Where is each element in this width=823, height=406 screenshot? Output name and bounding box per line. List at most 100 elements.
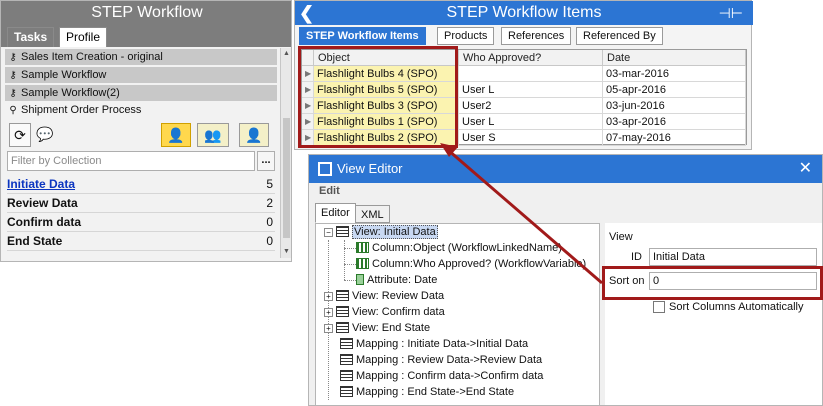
state-count: 0 (266, 215, 273, 229)
tab-references[interactable]: References (501, 27, 572, 45)
tree-node-column-who-approved[interactable]: Column:Who Approved? (WorkflowVariable) (356, 256, 586, 272)
tab-profile[interactable]: Profile (59, 27, 108, 47)
tree-node-attribute-date[interactable]: Attribute: Date (356, 272, 437, 288)
column-header-date[interactable]: Date (603, 50, 746, 66)
pin-icon: ⚲ (9, 105, 17, 116)
tree-node-view-confirm-data[interactable]: + View: Confirm data (324, 304, 445, 320)
cell-who-approved[interactable]: User S (459, 130, 603, 146)
cell-date[interactable]: 03-apr-2016 (603, 114, 746, 130)
scroll-thumb[interactable] (283, 118, 290, 238)
state-count: 0 (266, 234, 273, 248)
mapping-icon (340, 338, 353, 349)
tree-node-label: Mapping : End State->End State (356, 386, 515, 398)
column-header-who-approved[interactable]: Who Approved? (459, 50, 603, 66)
state-name: Review Data (7, 196, 78, 210)
state-count: 5 (266, 177, 273, 191)
tree-node-mapping-confirm[interactable]: Mapping : Confirm data->Confirm data (340, 368, 543, 384)
unassigned-button[interactable]: 👤 (239, 123, 269, 147)
user-icon: 👤 (245, 127, 263, 143)
refresh-button[interactable]: ⟳ (9, 123, 31, 147)
user-icon: 👤 (167, 127, 185, 143)
tree-node-label: Attribute: Date (367, 274, 438, 286)
filter-browse-button[interactable]: ... (257, 151, 275, 171)
state-row-initiate-data[interactable]: Initiate Data 5 (7, 175, 275, 194)
state-row-review-data[interactable]: Review Data 2 (7, 194, 275, 213)
cell-who-approved[interactable]: User L (459, 82, 603, 98)
state-name: End State (7, 234, 63, 248)
tab-xml[interactable]: XML (355, 205, 390, 223)
tree-node-mapping-initiate[interactable]: Mapping : Initiate Data->Initial Data (340, 336, 528, 352)
tab-referenced-by[interactable]: Referenced By (576, 27, 663, 45)
collapse-icon[interactable]: − (324, 228, 333, 237)
key-icon: ⚷ (9, 52, 17, 63)
properties-section-title: View (609, 231, 633, 243)
state-row-end-state[interactable]: End State 0 (7, 232, 275, 251)
attribute-icon (356, 274, 364, 285)
view-icon (336, 290, 349, 301)
pin-icon[interactable]: ⊣⊢ (719, 1, 743, 25)
expand-icon[interactable]: + (324, 308, 333, 317)
tab-step-workflow-items[interactable]: STEP Workflow Items (299, 27, 426, 45)
column-icon (356, 258, 369, 269)
state-name: Initiate Data (7, 177, 76, 191)
tree-node-label: View: Initial Data (352, 225, 438, 239)
tree-node-mapping-end-state[interactable]: Mapping : End State->End State (340, 384, 514, 400)
close-icon[interactable]: ✕ (799, 155, 812, 183)
workflow-item-label: Sales Item Creation - original (21, 51, 163, 63)
tree-node-label: View: End State (352, 322, 431, 334)
sort-columns-automatically-label: Sort Columns Automatically (669, 301, 804, 313)
cell-who-approved[interactable]: User2 (459, 98, 603, 114)
comment-button[interactable]: 💬 (34, 123, 56, 147)
edit-toolbar-label[interactable]: Edit (319, 185, 340, 197)
tree-node-label: Column:Who Approved? (WorkflowVariable) (372, 258, 587, 270)
cell-date[interactable]: 03-mar-2016 (603, 66, 746, 82)
scroll-down-icon[interactable]: ▼ (281, 246, 291, 257)
users-group-icon: 👥 (204, 127, 222, 143)
expand-icon[interactable]: + (324, 292, 333, 301)
filter-collection-input[interactable]: Filter by Collection (7, 151, 255, 171)
tree-node-mapping-review[interactable]: Mapping : Review Data->Review Data (340, 352, 542, 368)
id-label: ID (631, 251, 642, 263)
tree-node-view-end-state[interactable]: + View: End State (324, 320, 430, 336)
workflow-scrollbar[interactable]: ▲ ▼ (280, 48, 291, 258)
scroll-up-icon[interactable]: ▲ (281, 48, 291, 59)
tab-products[interactable]: Products (437, 27, 495, 45)
workflow-list: ⚷ Sales Item Creation - original ⚷ Sample … (1, 47, 291, 119)
id-field[interactable]: Initial Data (649, 248, 817, 266)
tree-node-view-review-data[interactable]: + View: Review Data (324, 288, 444, 304)
tree-node-view-initial-data[interactable]: − View: Initial Data (324, 224, 438, 240)
workflow-item[interactable]: ⚷ Sample Workflow (5, 67, 277, 83)
workflow-item-label: Shipment Order Process (21, 104, 142, 116)
assigned-to-group-button[interactable]: 👥 (197, 123, 229, 147)
cell-date[interactable]: 03-jun-2016 (603, 98, 746, 114)
items-panel-title: STEP Workflow Items (295, 1, 753, 25)
tree-node-label: View: Confirm data (352, 306, 445, 318)
workflow-item[interactable]: ⚷ Sample Workflow(2) (5, 85, 277, 101)
key-icon: ⚷ (9, 88, 17, 99)
back-arrow-icon[interactable]: ❮ (299, 1, 314, 25)
workflow-item[interactable]: ⚷ Sales Item Creation - original (5, 49, 277, 65)
cell-who-approved[interactable] (459, 66, 603, 82)
workflow-item[interactable]: ⚲ Shipment Order Process (5, 102, 277, 118)
tree-node-column-object[interactable]: Column:Object (WorkflowLinkedName) (356, 240, 562, 256)
state-count: 2 (266, 196, 273, 210)
properties-pane: View ID Initial Data Sort on 0 Sort Colu… (605, 223, 822, 405)
workflow-panel-tabs: Tasks Profile (1, 25, 291, 47)
step-workflow-panel: STEP Workflow Tasks Profile ⚷ Sales Item … (0, 0, 292, 262)
state-row-confirm-data[interactable]: Confirm data 0 (7, 213, 275, 232)
tree-connector (344, 264, 356, 265)
tab-tasks[interactable]: Tasks (7, 27, 55, 47)
workflow-item-label: Sample Workflow(2) (21, 87, 120, 99)
tree-connector (344, 280, 356, 281)
view-icon (336, 306, 349, 317)
cell-who-approved[interactable]: User L (459, 114, 603, 130)
assigned-to-me-button[interactable]: 👤 (161, 123, 191, 147)
cell-date[interactable]: 05-apr-2016 (603, 82, 746, 98)
cell-date[interactable]: 07-may-2016 (603, 130, 746, 146)
view-icon (336, 226, 349, 237)
state-name: Confirm data (7, 215, 82, 229)
expand-icon[interactable]: + (324, 324, 333, 333)
tree-connector (344, 248, 356, 249)
sort-columns-automatically-checkbox[interactable] (653, 301, 665, 313)
tab-editor[interactable]: Editor (315, 203, 356, 223)
